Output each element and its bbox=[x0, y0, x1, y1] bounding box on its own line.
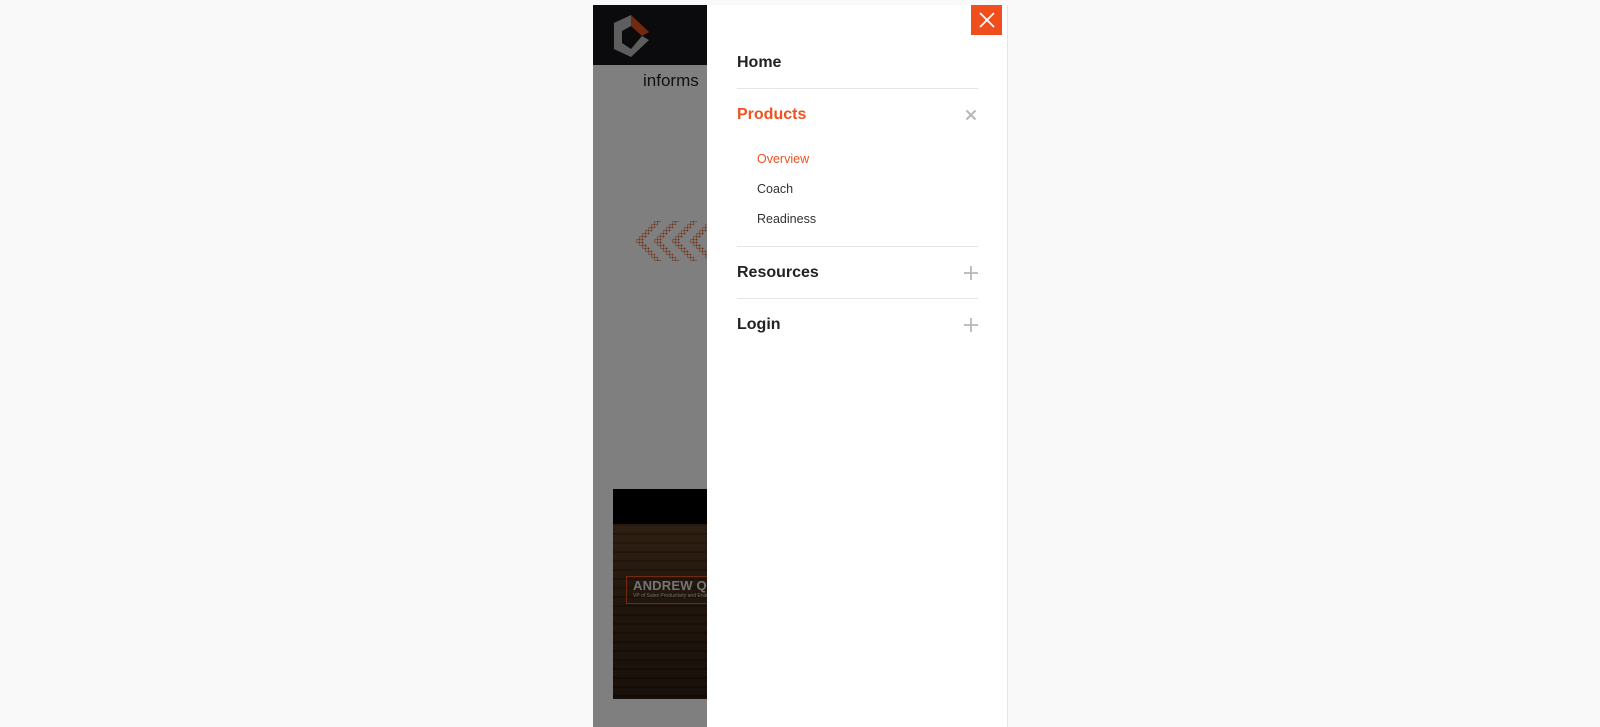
menu-label-products: Products bbox=[737, 105, 807, 123]
menu-close-button[interactable] bbox=[971, 5, 1002, 35]
expand-toggle-button[interactable] bbox=[964, 265, 978, 280]
close-icon bbox=[978, 12, 995, 28]
menu-label-resources: Resources bbox=[737, 263, 819, 281]
menu-link-home[interactable]: Home bbox=[737, 37, 978, 88]
menu-label-login: Login bbox=[737, 315, 781, 333]
submenu-item-overview[interactable]: Overview bbox=[757, 144, 978, 174]
menu-link-resources[interactable]: Resources bbox=[737, 247, 978, 298]
plus-icon bbox=[964, 317, 978, 332]
submenu-item-readiness[interactable]: Readiness bbox=[757, 204, 978, 234]
mobile-viewport: informs ANDREW QU VP of Sales Productivi… bbox=[593, 5, 1008, 727]
expand-toggle-button[interactable] bbox=[964, 317, 978, 332]
mobile-menu-panel: Home Products Overview Coach Readiness R… bbox=[707, 5, 1008, 727]
collapse-toggle-button[interactable] bbox=[964, 108, 978, 122]
submenu-item-coach[interactable]: Coach bbox=[757, 174, 978, 204]
menu-item-resources: Resources bbox=[737, 247, 978, 299]
menu-link-products[interactable]: Products bbox=[737, 89, 978, 140]
menu-item-login: Login bbox=[737, 299, 978, 350]
submenu-products: Overview Coach Readiness bbox=[737, 140, 978, 246]
close-icon bbox=[965, 109, 977, 120]
menu-list: Home Products Overview Coach Readiness R… bbox=[737, 37, 978, 350]
menu-link-login[interactable]: Login bbox=[737, 299, 978, 350]
plus-icon bbox=[964, 265, 978, 280]
menu-item-products: Products Overview Coach Readiness bbox=[737, 89, 978, 247]
menu-label-home: Home bbox=[737, 53, 782, 71]
menu-item-home: Home bbox=[737, 37, 978, 89]
